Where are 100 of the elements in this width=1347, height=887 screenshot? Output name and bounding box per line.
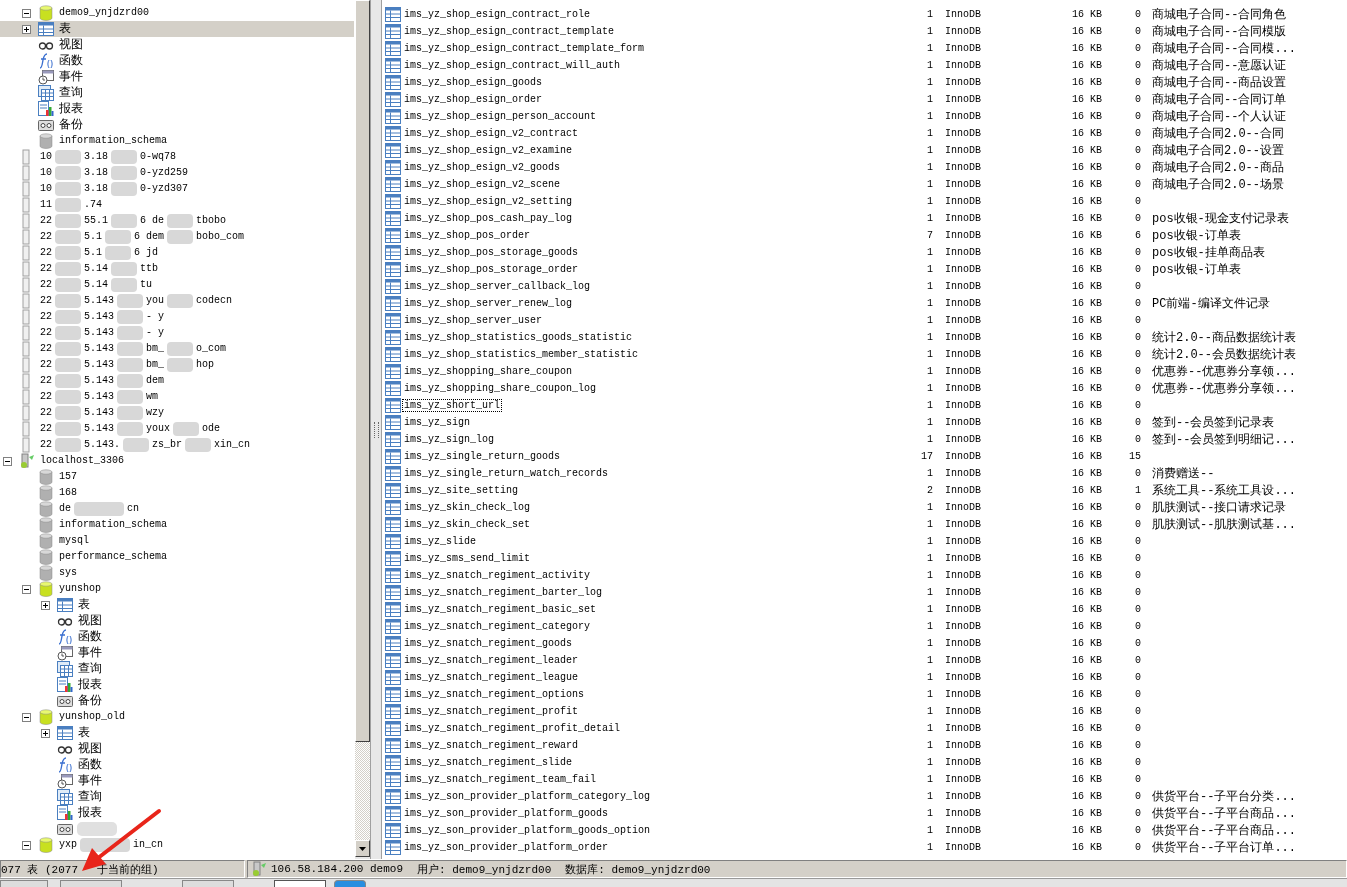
tree-item-text[interactable]: in_cn xyxy=(132,838,165,852)
scrollbar[interactable] xyxy=(354,0,370,859)
table-name[interactable]: ims_yz_shop_statistics_goods_statistic xyxy=(402,331,635,344)
tree-item[interactable]: yunshop_old xyxy=(58,710,126,724)
tree-item[interactable]: 查询 xyxy=(77,662,103,676)
tree-item-text[interactable]: tbobo xyxy=(195,214,228,228)
table-name[interactable]: ims_yz_sign_log xyxy=(402,433,496,446)
tree-item-text[interactable]: 22 xyxy=(39,406,53,420)
table-name[interactable]: ims_yz_shop_esign_contract_role xyxy=(402,8,593,21)
tree-item[interactable]: 备份 xyxy=(58,118,84,132)
table-name[interactable]: ims_yz_shop_esign_v2_goods xyxy=(402,161,563,174)
table-name[interactable]: ims_yz_shop_esign_person_account xyxy=(402,110,599,123)
table-name[interactable]: ims_yz_short_url xyxy=(402,399,502,412)
tree-item[interactable]: 视图 xyxy=(77,742,103,756)
table-name[interactable]: ims_yz_shop_server_user xyxy=(402,314,545,327)
tree-item-text[interactable]: 5.143 xyxy=(83,358,116,372)
tree-item-text[interactable]: 5.143 xyxy=(83,422,116,436)
tree-item-text[interactable]: ttb xyxy=(139,262,160,276)
tree-item[interactable]: sys xyxy=(58,566,78,580)
table-name[interactable]: ims_yz_son_provider_platform_category_log xyxy=(402,790,653,803)
table-name[interactable]: ims_yz_shop_esign_v2_examine xyxy=(402,144,575,157)
tree-item-text[interactable]: cn xyxy=(126,502,141,516)
tree-item-text[interactable]: 10 xyxy=(39,182,53,196)
tree-item-text[interactable]: 5.143. xyxy=(83,438,122,452)
tree-item-text[interactable]: 22 xyxy=(39,374,53,388)
table-name[interactable]: ims_yz_son_provider_platform_goods xyxy=(402,807,611,820)
expander-button[interactable] xyxy=(22,840,31,850)
table-name[interactable]: ims_yz_single_return_watch_records xyxy=(402,467,611,480)
table-name[interactable]: ims_yz_snatch_regiment_basic_set xyxy=(402,603,599,616)
tree-item-text[interactable]: ode xyxy=(201,422,222,436)
tree-item-text[interactable]: xin_cn xyxy=(213,438,252,452)
table-name[interactable]: ims_yz_single_return_goods xyxy=(402,450,563,463)
tree-item[interactable]: 函数 xyxy=(58,54,84,68)
table-name[interactable]: ims_yz_shopping_share_coupon_log xyxy=(402,382,599,395)
tree-item[interactable]: 表 xyxy=(58,22,72,36)
table-name[interactable]: ims_yz_son_provider_platform_order xyxy=(402,841,611,854)
tree-item-text[interactable]: 0-yzd259 xyxy=(139,166,190,180)
tree-item-text[interactable]: 22 xyxy=(39,342,53,356)
tree-item-text[interactable]: wzy xyxy=(145,406,166,420)
tree-item-text[interactable]: 5.143 xyxy=(83,374,116,388)
tree-item[interactable]: information_schema xyxy=(58,134,169,148)
table-name[interactable]: ims_yz_snatch_regiment_profit xyxy=(402,705,581,718)
tree-item-text[interactable]: 10 xyxy=(39,166,53,180)
table-name[interactable]: ims_yz_site_setting xyxy=(402,484,521,497)
tree-item-text[interactable]: 5.143 xyxy=(83,294,116,308)
table-name[interactable]: ims_yz_shop_esign_contract_template_form xyxy=(402,42,647,55)
tree-item-text[interactable]: bm_ xyxy=(145,342,166,356)
tree-item-text[interactable]: - y xyxy=(145,310,166,324)
table-name[interactable]: ims_yz_snatch_regiment_goods xyxy=(402,637,575,650)
tree-item[interactable]: performance_schema xyxy=(58,550,169,564)
tree-item[interactable]: 视图 xyxy=(58,38,84,52)
tree-item-text[interactable]: 22 xyxy=(39,310,53,324)
tree-item-text[interactable]: 22 xyxy=(39,390,53,404)
table-name[interactable]: ims_yz_shopping_share_coupon xyxy=(402,365,575,378)
table-name[interactable]: ims_yz_son_provider_platform_goods_option xyxy=(402,824,653,837)
table-name[interactable]: ims_yz_skin_check_set xyxy=(402,518,533,531)
tree-item[interactable]: 168 xyxy=(58,486,78,500)
tree-item[interactable]: 视图 xyxy=(77,614,103,628)
table-name[interactable]: ims_yz_shop_server_renew_log xyxy=(402,297,575,310)
tree-item-text[interactable]: 0-wq78 xyxy=(139,150,178,164)
tree-item[interactable]: mysql xyxy=(58,534,90,548)
table-name[interactable]: ims_yz_snatch_regiment_slide xyxy=(402,756,575,769)
tree-item-text[interactable]: 22 xyxy=(39,214,53,228)
tree-item-text[interactable]: 22 xyxy=(39,230,53,244)
table-name[interactable]: ims_yz_snatch_regiment_options xyxy=(402,688,587,701)
tree-item[interactable]: 报表 xyxy=(77,678,103,692)
expander-button[interactable] xyxy=(41,600,50,610)
tree-item-text[interactable]: 22 xyxy=(39,326,53,340)
tree-item-text[interactable]: 0-yzd307 xyxy=(139,182,190,196)
tree-item-text[interactable]: 55.1 xyxy=(83,214,110,228)
table-name[interactable]: ims_yz_snatch_regiment_leader xyxy=(402,654,581,667)
tree-item-text[interactable]: 5.143 xyxy=(83,406,116,420)
tree-item-text[interactable]: 3.18 xyxy=(83,150,110,164)
tree-item[interactable]: 函数 xyxy=(77,630,103,644)
tree-item[interactable]: 备份 xyxy=(77,694,103,708)
table-name[interactable]: ims_yz_shop_pos_storage_goods xyxy=(402,246,581,259)
tree-item-text[interactable]: 11 xyxy=(39,198,53,212)
tree-item[interactable]: 事件 xyxy=(58,70,84,84)
tree-item[interactable]: 表 xyxy=(77,598,91,612)
table-name[interactable]: ims_yz_shop_esign_v2_contract xyxy=(402,127,581,140)
tree-item-text[interactable]: dem xyxy=(145,374,166,388)
tree-item[interactable]: 查询 xyxy=(77,790,103,804)
table-name[interactable]: ims_yz_snatch_regiment_activity xyxy=(402,569,593,582)
tree-item[interactable]: yunshop xyxy=(58,582,102,596)
expander-button[interactable] xyxy=(3,456,12,466)
tree-item-text[interactable]: de xyxy=(58,502,72,516)
expander-button[interactable] xyxy=(22,8,31,18)
tree-item-text[interactable]: 22 xyxy=(39,294,53,308)
tree-item-text[interactable]: bm_ xyxy=(145,358,166,372)
table-name[interactable]: ims_yz_shop_server_callback_log xyxy=(402,280,593,293)
tree-item-text[interactable]: o_com xyxy=(195,342,228,356)
table-name[interactable]: ims_yz_sign xyxy=(402,416,472,429)
tree-item[interactable]: demo9_ynjdzrd00 xyxy=(58,6,150,20)
table-name[interactable]: ims_yz_sms_send_limit xyxy=(402,552,533,565)
tree-item[interactable]: 报表 xyxy=(77,806,103,820)
tree-item-text[interactable]: 5.143 xyxy=(83,326,116,340)
tree-item-text[interactable]: 6 jd xyxy=(133,246,160,260)
expander-button[interactable] xyxy=(41,728,50,738)
expander-button[interactable] xyxy=(22,24,31,34)
tree-item-text[interactable]: 6 de xyxy=(139,214,166,228)
